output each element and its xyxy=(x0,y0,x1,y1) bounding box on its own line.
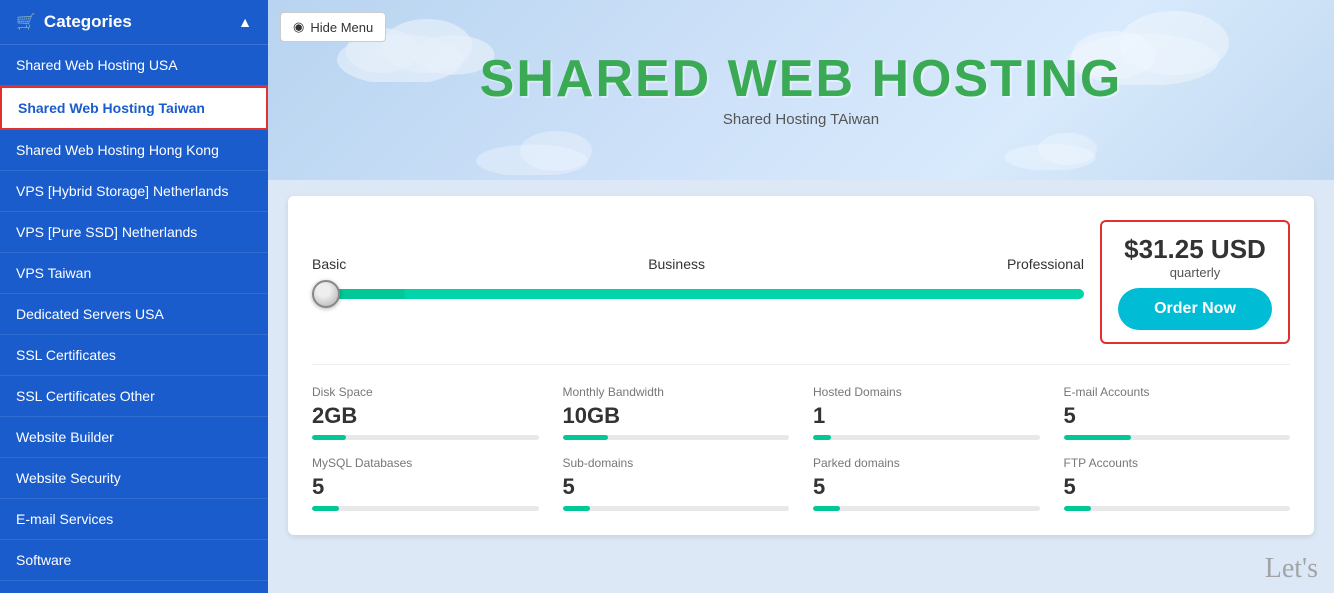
stat-label: Hosted Domains xyxy=(813,385,1040,399)
plan-slider-area: Basic Business Professional xyxy=(312,256,1084,308)
stat-bar-fill xyxy=(1064,506,1091,511)
sidebar-header-left: 🛒 Categories xyxy=(16,12,132,32)
stat-value: 10GB xyxy=(563,403,790,429)
stat-bar-bg xyxy=(1064,506,1291,511)
sidebar-item-dedicated-usa[interactable]: Dedicated Servers USA xyxy=(0,294,268,335)
stat-bar-fill xyxy=(813,506,840,511)
sidebar-item-shared-hk[interactable]: Shared Web Hosting Hong Kong xyxy=(0,130,268,171)
slider-thumb[interactable] xyxy=(312,280,340,308)
stat-bar-bg xyxy=(312,435,539,440)
sidebar-item-website-security[interactable]: Website Security xyxy=(0,458,268,499)
stat-item: Disk Space 2GB xyxy=(312,385,539,440)
stat-bar-bg xyxy=(813,506,1040,511)
sidebar-item-vps-taiwan[interactable]: VPS Taiwan xyxy=(0,253,268,294)
stats-grid: Disk Space 2GB Monthly Bandwidth 10GB Ho… xyxy=(312,364,1290,511)
stat-value: 5 xyxy=(1064,474,1291,500)
sidebar-item-shared-taiwan[interactable]: Shared Web Hosting Taiwan xyxy=(0,86,268,130)
stat-bar-fill xyxy=(563,506,590,511)
plan-period: quarterly xyxy=(1118,265,1272,280)
main-content: ◉ Hide Menu SHARED WEB HOSTING Shared Ho… xyxy=(268,0,1334,593)
chevron-up-icon: ▲ xyxy=(238,14,252,30)
hide-menu-button[interactable]: ◉ Hide Menu xyxy=(280,12,386,42)
plan-card: Basic Business Professional $31.25 USD q… xyxy=(288,196,1314,535)
sidebar-item-ssl-certs[interactable]: SSL Certificates xyxy=(0,335,268,376)
stat-bar-bg xyxy=(1064,435,1291,440)
stat-bar-bg xyxy=(813,435,1040,440)
plan-labels: Basic Business Professional xyxy=(312,256,1084,272)
hide-menu-icon: ◉ xyxy=(293,19,304,35)
stat-label: Sub-domains xyxy=(563,456,790,470)
hide-menu-label: Hide Menu xyxy=(310,20,373,35)
sidebar-item-ssl-certs-other[interactable]: SSL Certificates Other xyxy=(0,376,268,417)
stat-value: 5 xyxy=(312,474,539,500)
stat-bar-fill xyxy=(813,435,831,440)
cloud-decoration-4 xyxy=(994,128,1134,170)
sidebar-item-vps-ssd-nl[interactable]: VPS [Pure SSD] Netherlands xyxy=(0,212,268,253)
stat-item: Monthly Bandwidth 10GB xyxy=(563,385,790,440)
stat-bar-bg xyxy=(563,506,790,511)
stat-item: FTP Accounts 5 xyxy=(1064,456,1291,511)
plan-slider-track xyxy=(312,280,1084,308)
slider-background xyxy=(312,289,1084,299)
price-order-box: $31.25 USD quarterly Order Now xyxy=(1100,220,1290,344)
stat-item: Parked domains 5 xyxy=(813,456,1040,511)
stat-value: 5 xyxy=(563,474,790,500)
stat-label: E-mail Accounts xyxy=(1064,385,1291,399)
stat-value: 5 xyxy=(813,474,1040,500)
stat-item: Sub-domains 5 xyxy=(563,456,790,511)
stat-label: MySQL Databases xyxy=(312,456,539,470)
stat-bar-fill xyxy=(312,435,346,440)
sidebar-item-vps-hybrid-nl[interactable]: VPS [Hybrid Storage] Netherlands xyxy=(0,171,268,212)
label-professional: Professional xyxy=(1007,256,1084,272)
sidebar-item-software[interactable]: Software xyxy=(0,540,268,581)
sidebar: 🛒 Categories ▲ Shared Web Hosting USASha… xyxy=(0,0,268,593)
stat-label: FTP Accounts xyxy=(1064,456,1291,470)
banner-subtitle: Shared Hosting TAiwan xyxy=(723,111,879,128)
label-basic: Basic xyxy=(312,256,346,272)
stat-item: MySQL Databases 5 xyxy=(312,456,539,511)
plan-top: Basic Business Professional $31.25 USD q… xyxy=(312,220,1290,344)
label-business: Business xyxy=(648,256,705,272)
plan-price: $31.25 USD xyxy=(1118,234,1272,265)
stat-value: 1 xyxy=(813,403,1040,429)
stat-item: E-mail Accounts 5 xyxy=(1064,385,1291,440)
stat-value: 2GB xyxy=(312,403,539,429)
stat-value: 5 xyxy=(1064,403,1291,429)
stat-bar-bg xyxy=(312,506,539,511)
banner-title: SHARED WEB HOSTING xyxy=(480,53,1123,105)
stat-bar-bg xyxy=(563,435,790,440)
stat-label: Disk Space xyxy=(312,385,539,399)
sidebar-item-email-services[interactable]: E-mail Services xyxy=(0,499,268,540)
sidebar-item-shared-usa[interactable]: Shared Web Hosting USA xyxy=(0,45,268,86)
stat-bar-fill xyxy=(563,435,608,440)
order-now-button[interactable]: Order Now xyxy=(1118,288,1272,330)
banner: ◉ Hide Menu SHARED WEB HOSTING Shared Ho… xyxy=(268,0,1334,180)
stat-bar-fill xyxy=(1064,435,1132,440)
stat-bar-fill xyxy=(312,506,339,511)
stat-label: Parked domains xyxy=(813,456,1040,470)
cart-icon: 🛒 xyxy=(16,12,36,32)
sidebar-title: Categories xyxy=(44,12,132,32)
stat-item: Hosted Domains 1 xyxy=(813,385,1040,440)
stat-label: Monthly Bandwidth xyxy=(563,385,790,399)
sidebar-items-list: Shared Web Hosting USAShared Web Hosting… xyxy=(0,45,268,581)
sidebar-header: 🛒 Categories ▲ xyxy=(0,0,268,45)
lets-signature: Let's xyxy=(1265,553,1318,585)
cloud-decoration-3 xyxy=(468,127,628,175)
sidebar-item-website-builder[interactable]: Website Builder xyxy=(0,417,268,458)
